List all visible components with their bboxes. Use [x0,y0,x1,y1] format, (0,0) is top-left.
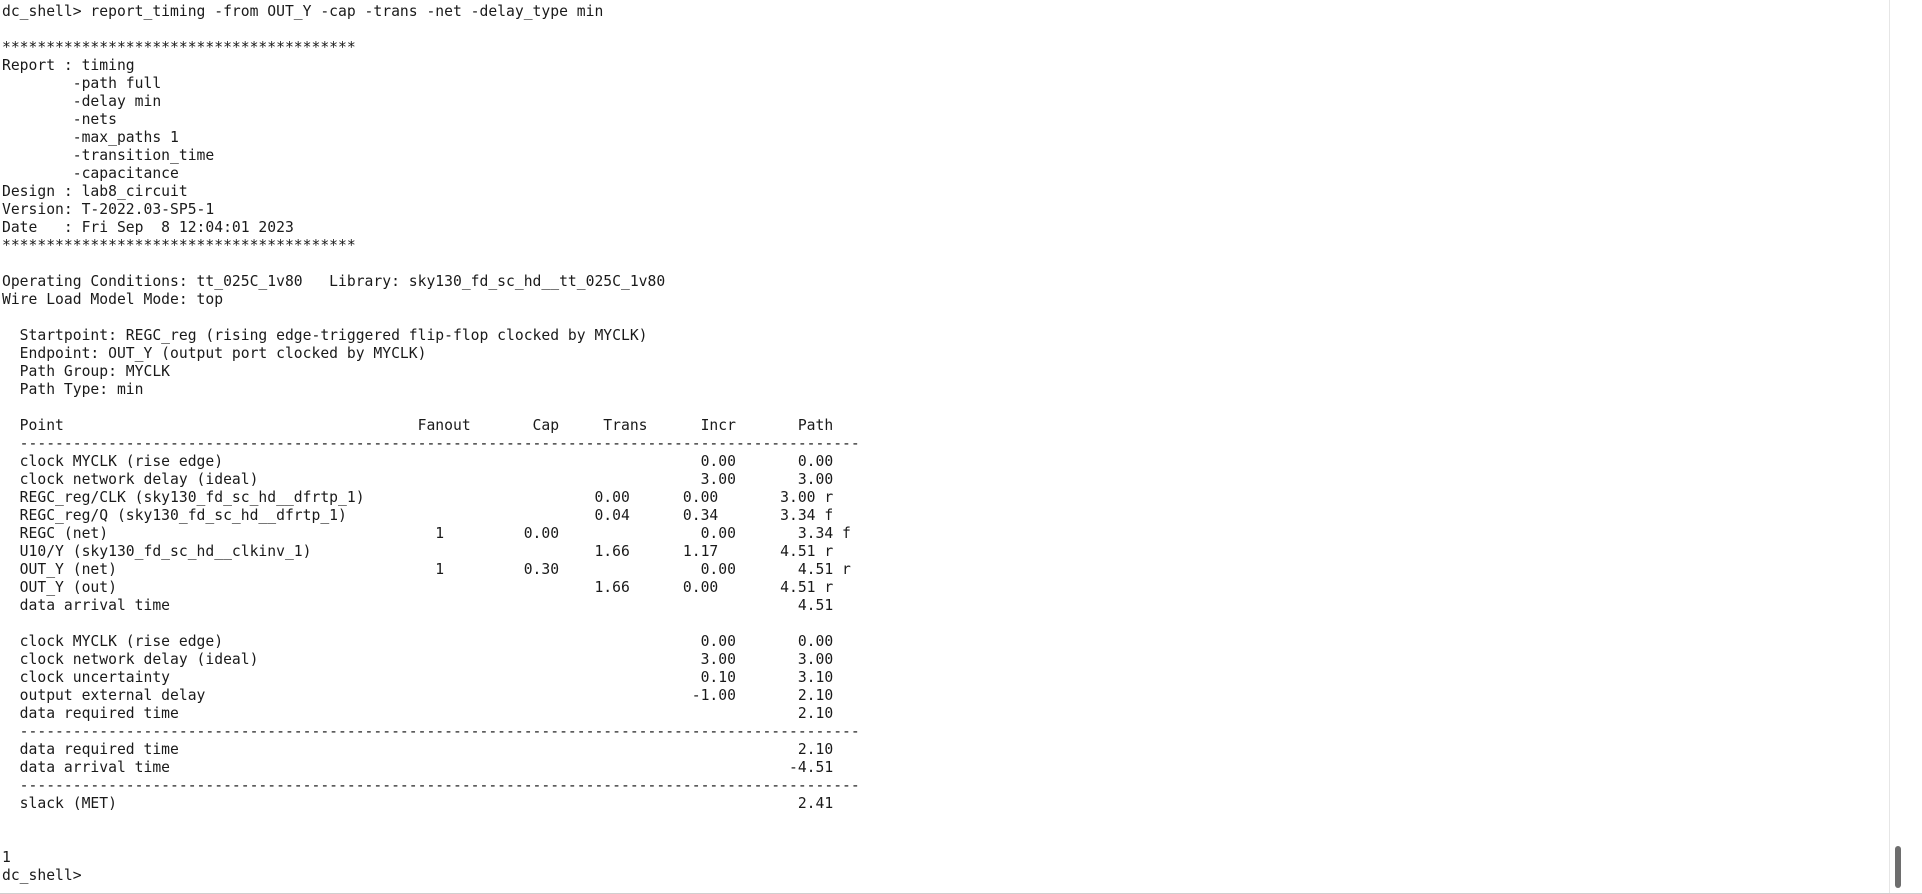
terminal-line: ----------------------------------------… [2,723,860,740]
terminal-line: Path Group: MYCLK [2,363,171,380]
terminal-line: REGC_reg/Q (sky130_fd_sc_hd__dfrtp_1) 0.… [2,507,834,524]
terminal-line: Design : lab8_circuit [2,183,188,200]
terminal-line: -path full [2,75,162,92]
terminal-line: clock uncertainty 0.10 3.10 [2,669,834,686]
terminal-output: dc_shell> report_timing -from OUT_Y -cap… [2,3,860,885]
scrollbar-thumb[interactable] [1895,846,1901,888]
terminal-line: U10/Y (sky130_fd_sc_hd__clkinv_1) 1.66 1… [2,543,834,560]
terminal-line: REGC_reg/CLK (sky130_fd_sc_hd__dfrtp_1) … [2,489,834,506]
terminal-line: -transition_time [2,147,215,164]
terminal-line: **************************************** [2,39,356,56]
terminal-line: Operating Conditions: tt_025C_1v80 Libra… [2,273,666,290]
vertical-scrollbar[interactable] [1889,0,1906,894]
terminal-line: 1 [2,849,11,866]
terminal-line: data arrival time 4.51 [2,597,834,614]
terminal-line: clock MYCLK (rise edge) 0.00 0.00 [2,453,834,470]
shell-prompt[interactable]: dc_shell> [2,867,860,885]
terminal-line: Startpoint: REGC_reg (rising edge-trigge… [2,327,648,344]
terminal-line: data required time 2.10 [2,741,834,758]
terminal-line: -capacitance [2,165,179,182]
terminal-line: ----------------------------------------… [2,435,860,452]
terminal-window[interactable]: dc_shell> report_timing -from OUT_Y -cap… [0,0,1906,894]
terminal-line: clock network delay (ideal) 3.00 3.00 [2,471,834,488]
terminal-line: **************************************** [2,237,356,254]
terminal-line: ----------------------------------------… [2,777,860,794]
terminal-line: Endpoint: OUT_Y (output port clocked by … [2,345,427,362]
terminal-line: Version: T-2022.03-SP5-1 [2,201,215,218]
terminal-line: Path Type: min [2,381,144,398]
terminal-line: OUT_Y (net) 1 0.30 0.00 4.51 r [2,561,851,578]
terminal-line: OUT_Y (out) 1.66 0.00 4.51 r [2,579,834,596]
terminal-line: Wire Load Model Mode: top [2,291,224,308]
terminal-line: -nets [2,111,117,128]
terminal-line: data required time 2.10 [2,705,834,722]
terminal-line: clock network delay (ideal) 3.00 3.00 [2,651,834,668]
terminal-line: Report : timing [2,57,135,74]
terminal-line: -delay min [2,93,162,110]
terminal-line: clock MYCLK (rise edge) 0.00 0.00 [2,633,834,650]
terminal-line: dc_shell> report_timing -from OUT_Y -cap… [2,3,604,20]
terminal-line: output external delay -1.00 2.10 [2,687,834,704]
terminal-line: REGC (net) 1 0.00 0.00 3.34 f [2,525,851,542]
terminal-line: Date : Fri Sep 8 12:04:01 2023 [2,219,294,236]
terminal-line: -max_paths 1 [2,129,179,146]
terminal-line: slack (MET) 2.41 [2,795,834,812]
terminal-line: Point Fanout Cap Trans Incr Path [2,417,834,434]
terminal-line: data arrival time -4.51 [2,759,834,776]
